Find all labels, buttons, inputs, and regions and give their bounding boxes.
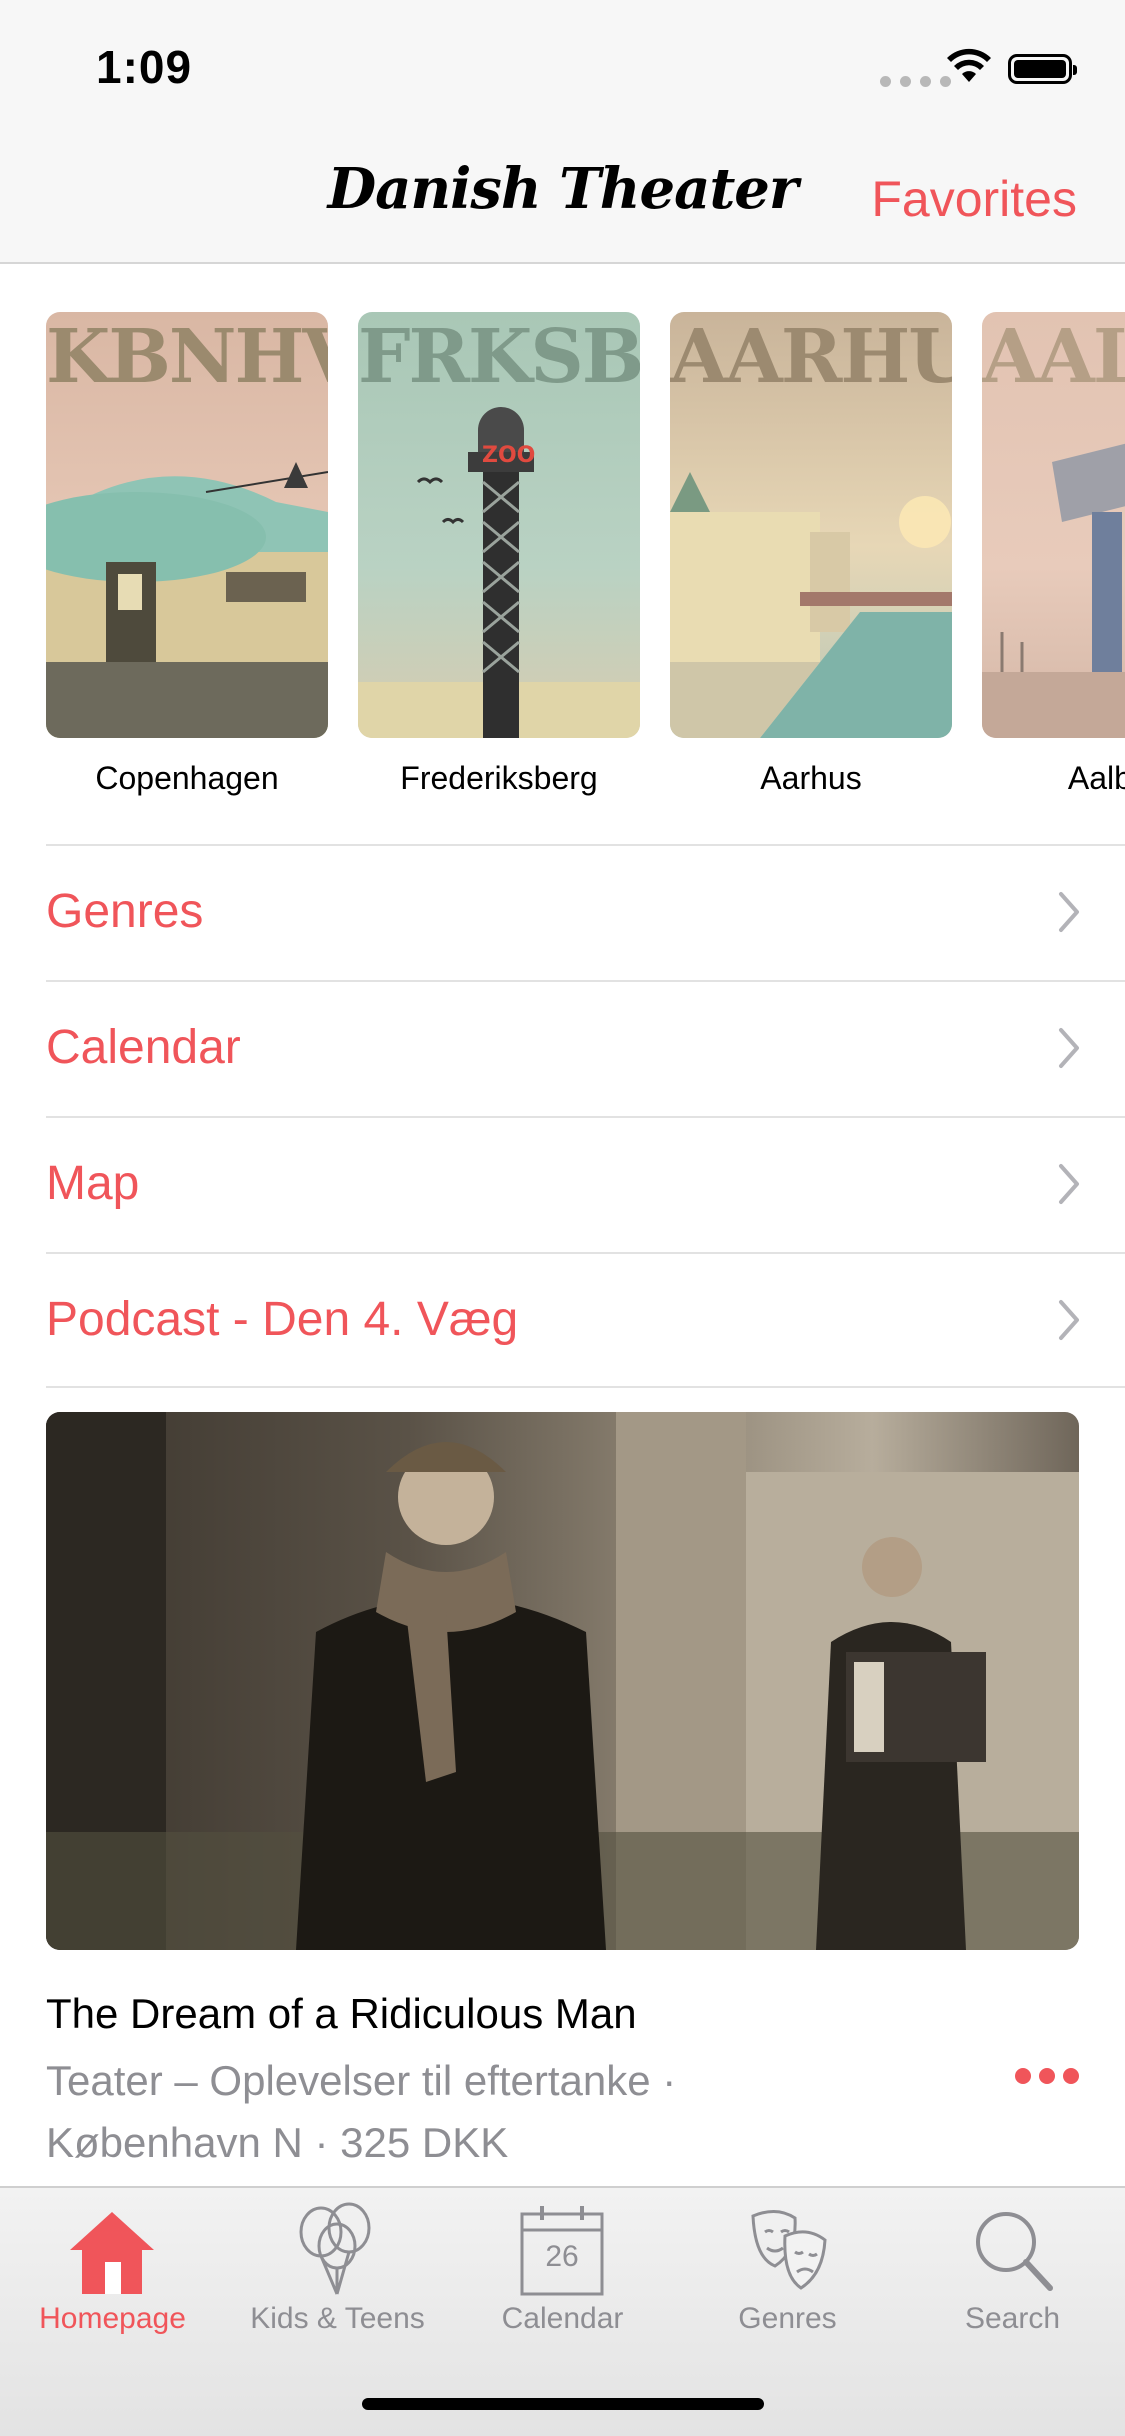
city-name: Copenhagen <box>95 760 279 796</box>
svg-text:ZOO: ZOO <box>482 443 535 468</box>
city-poster-aarhus: AARHUS <box>670 312 952 738</box>
status-bar: 1:09 <box>0 0 1125 132</box>
chevron-right-icon <box>1059 1300 1079 1340</box>
city-poster-aalborg: AALBORG <box>982 312 1125 738</box>
city-poster-frederiksberg: FRKSBRG ZOO <box>358 312 640 738</box>
city-card-aalborg[interactable]: AALBORG Aalborg <box>982 312 1125 797</box>
tab-search[interactable]: Search <box>900 2188 1125 2348</box>
city-name: Aarhus <box>760 760 862 796</box>
menu-label: Calendar <box>46 1021 241 1074</box>
city-card-copenhagen[interactable]: KBNHVN Copenhagen <box>46 312 328 797</box>
tab-genres[interactable]: Genres <box>675 2188 900 2348</box>
battery-icon <box>1008 54 1077 84</box>
tab-label: Genres <box>738 2302 837 2335</box>
event-title[interactable]: The Dream of a Ridiculous Man <box>46 1990 637 2038</box>
event-image[interactable] <box>46 1412 1079 1950</box>
event-subtitle: Teater – Oplevelser til eftertanke · Køb… <box>46 2057 677 2166</box>
status-time: 1:09 <box>96 41 193 93</box>
menu-item-podcast[interactable]: Podcast - Den 4. Væg <box>46 1254 1125 1388</box>
theater-masks-icon <box>751 2210 827 2290</box>
city-poster-copenhagen: KBNHVN <box>46 312 328 738</box>
chevron-right-icon <box>1059 892 1079 932</box>
menu-label: Genres <box>46 885 204 938</box>
menu-label: Podcast - Den 4. Væg <box>46 1293 519 1346</box>
divider <box>46 1386 1125 1388</box>
tab-homepage[interactable]: Homepage <box>0 2188 225 2348</box>
city-card-aarhus[interactable]: AARHUS Aarhus <box>670 312 952 797</box>
navigation-bar: Danish Theater Favorites <box>0 132 1125 264</box>
home-icon <box>70 2212 154 2294</box>
balloons-icon <box>299 2202 371 2295</box>
menu-item-map[interactable]: Map <box>46 1118 1125 1252</box>
tab-calendar[interactable]: 26 Calendar <box>450 2188 675 2348</box>
tab-label: Calendar <box>501 2302 624 2335</box>
menu-item-genres[interactable]: Genres <box>46 846 1125 980</box>
more-options-icon[interactable] <box>1015 2068 1079 2084</box>
city-card-frederiksberg[interactable]: FRKSBRG ZOO Frederiksberg <box>358 312 640 797</box>
tab-label: Kids & Teens <box>250 2302 425 2335</box>
tab-label: Search <box>964 2302 1061 2335</box>
menu-item-calendar[interactable]: Calendar <box>46 982 1125 1116</box>
city-name: Aalborg <box>1067 760 1125 796</box>
city-carousel[interactable]: KBNHVN Copenhagen FRKSBRG <box>0 264 1125 844</box>
tab-label: Homepage <box>39 2302 186 2335</box>
home-indicator[interactable] <box>362 2398 764 2410</box>
chevron-right-icon <box>1059 1028 1079 1068</box>
wifi-icon <box>947 48 991 82</box>
menu-label: Map <box>46 1157 140 1210</box>
tab-kids-teens[interactable]: Kids & Teens <box>225 2188 450 2348</box>
calendar-day: 26 <box>545 2240 579 2273</box>
chevron-right-icon <box>1059 1164 1079 1204</box>
search-icon <box>976 2212 1053 2291</box>
favorites-button[interactable]: Favorites <box>871 170 1077 228</box>
cellular-signal-icon <box>880 76 951 87</box>
city-name: Frederiksberg <box>400 760 598 796</box>
